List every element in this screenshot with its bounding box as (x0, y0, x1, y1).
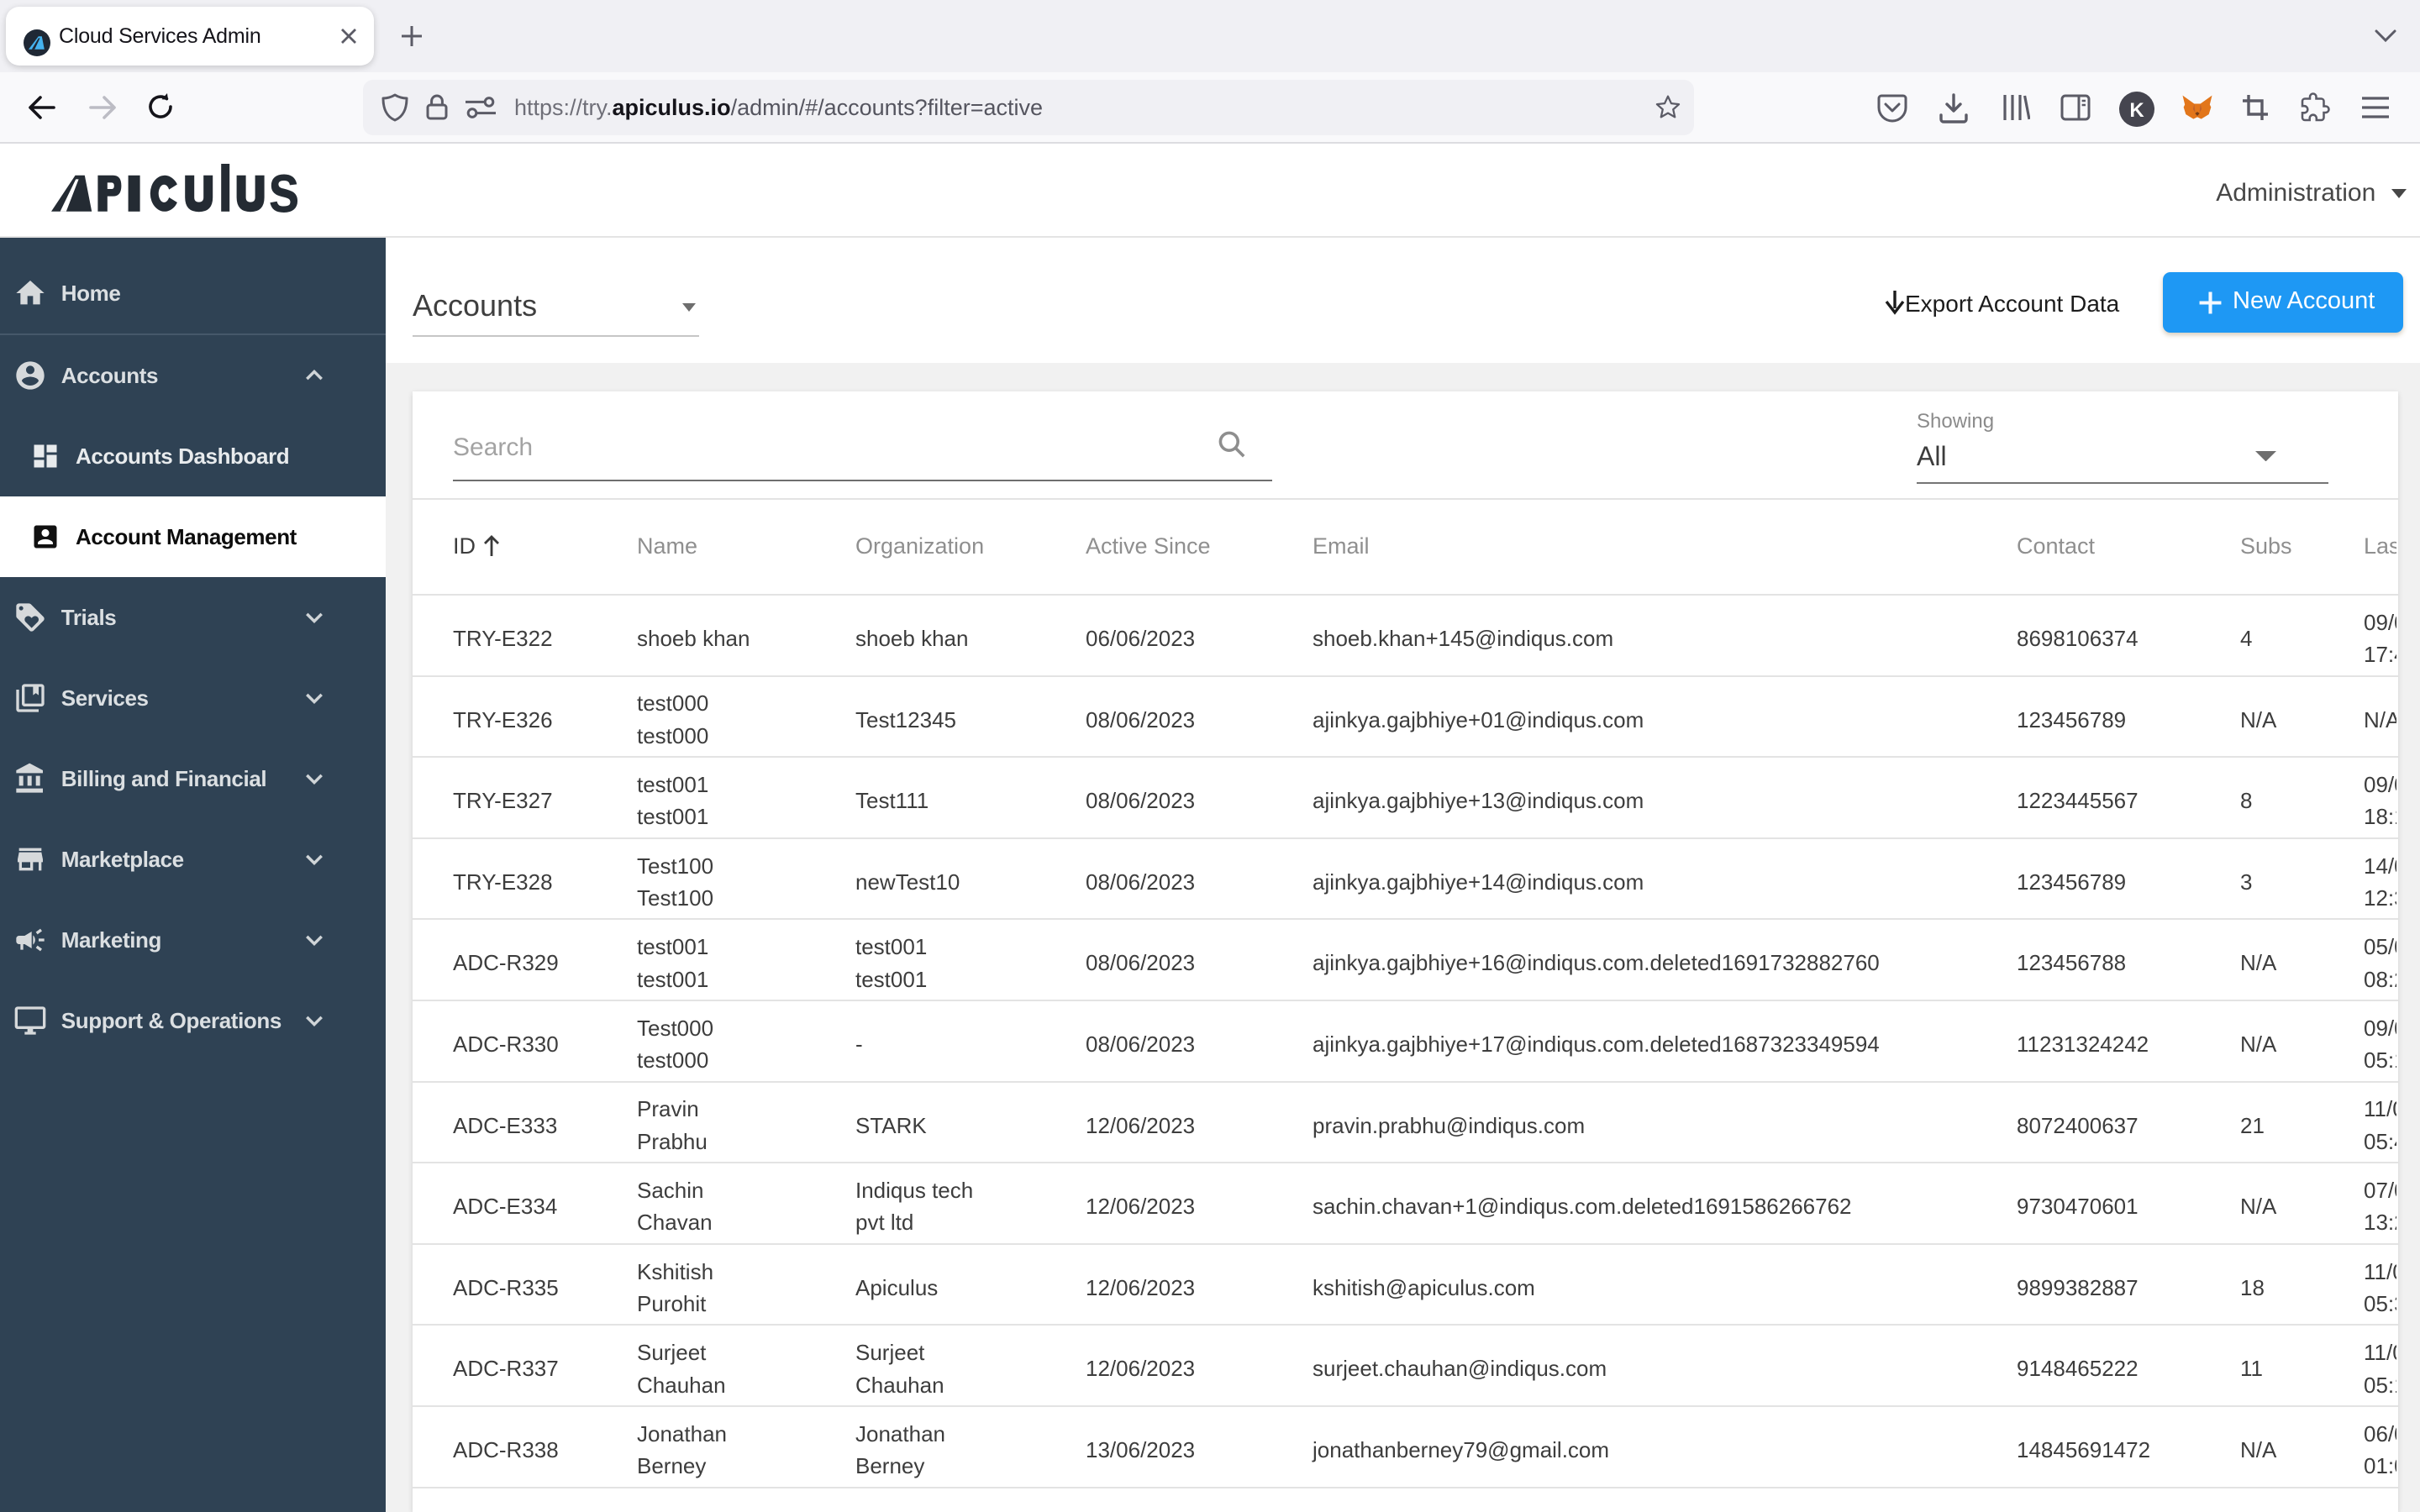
svg-text:s: s (268, 164, 298, 213)
svg-text:K: K (2129, 99, 2144, 122)
